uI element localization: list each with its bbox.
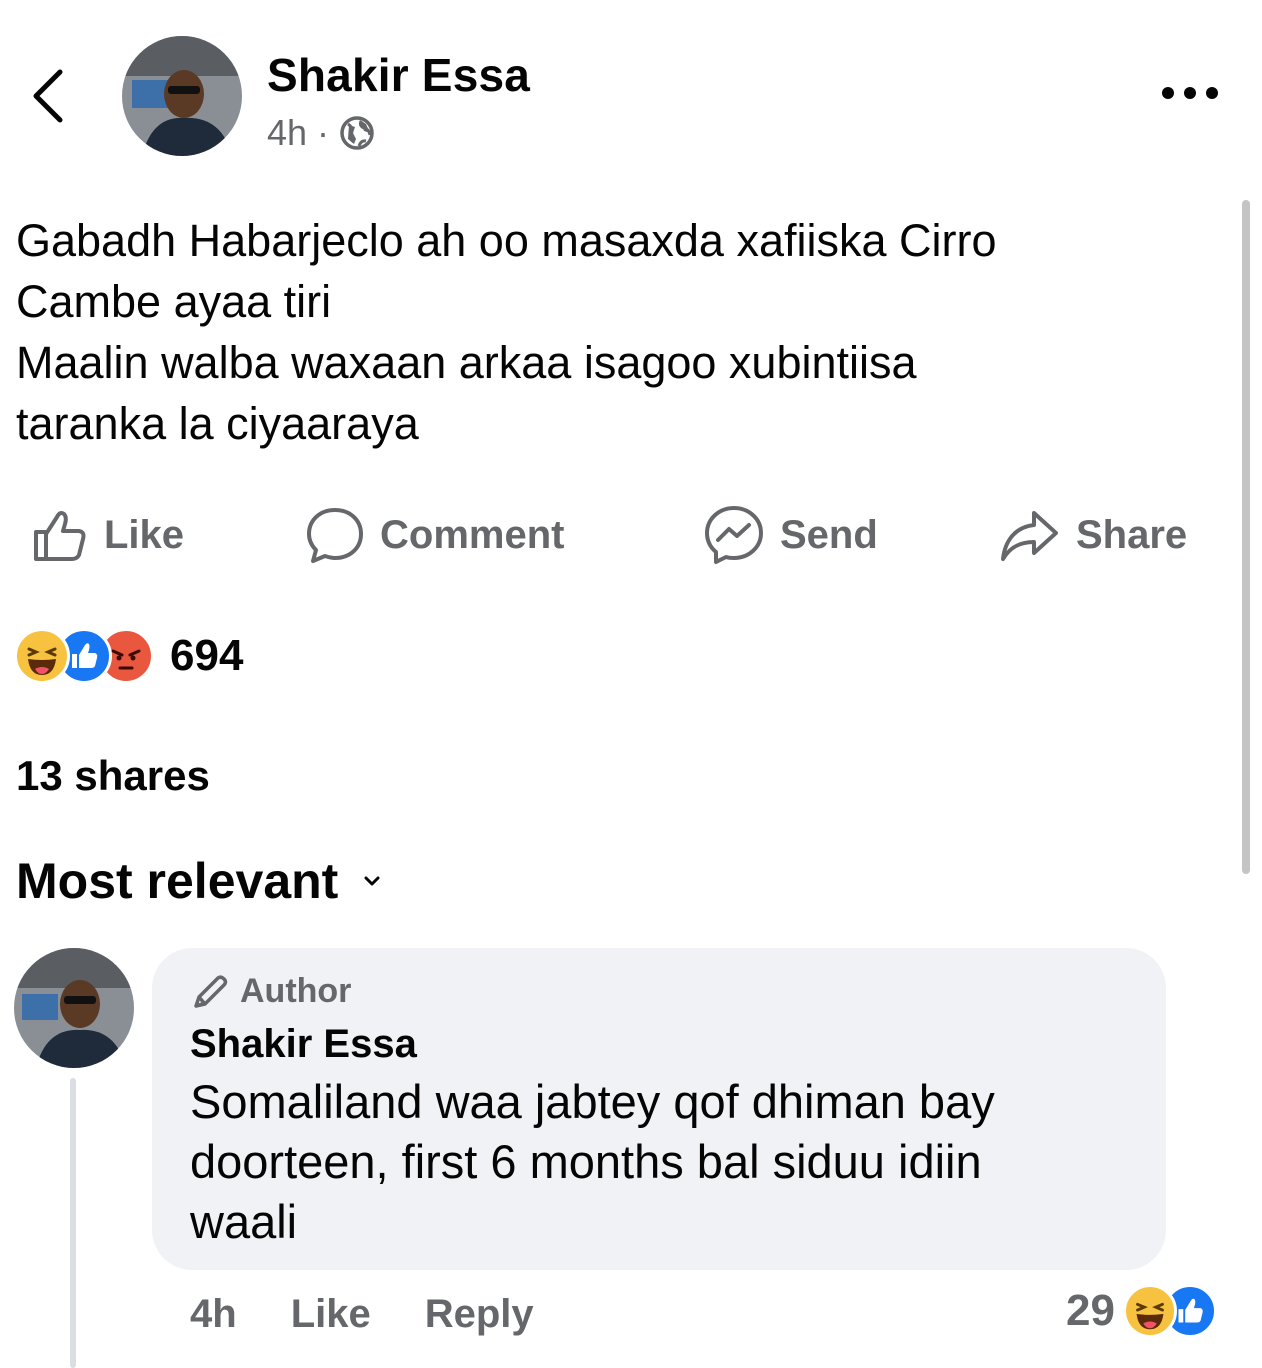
post-text-line: Gabadh Habarjeclo ah oo masaxda xafiiska… [16,215,997,266]
send-button[interactable]: Send [702,500,878,570]
comment-footer: 4h Like Reply [190,1286,588,1342]
post-meta: 4h · [267,112,375,154]
share-label: Share [1076,512,1188,557]
post-text: Gabadh Habarjeclo ah oo masaxda xafiiska… [16,210,1216,454]
post-time[interactable]: 4h [267,112,307,154]
haha-reaction-icon [1122,1284,1177,1338]
pencil-icon [194,974,228,1008]
comment-sort-dropdown[interactable]: Most relevant [16,852,382,910]
comment-reply-button[interactable]: Reply [425,1292,534,1337]
commenter-avatar[interactable] [14,948,134,1068]
reaction-count: 694 [170,631,244,680]
post-text-line: taranka la ciyaaraya [16,398,419,449]
haha-reaction-icon [14,628,70,684]
comment-button[interactable]: Comment [304,500,564,570]
author-badge-label: Author [240,972,352,1010]
comment-text-line: waali [190,1195,298,1248]
like-label: Like [104,512,185,557]
comment-reaction-summary[interactable]: 29 [1066,1284,1217,1338]
post-action-bar: Like Comment Send Share [0,500,1262,570]
author-avatar[interactable] [122,36,242,156]
like-button[interactable]: Like [30,500,184,570]
share-button[interactable]: Share [998,500,1187,570]
scrollbar[interactable] [1242,200,1250,874]
comment-text: Somaliland waa jabtey qof dhiman bay doo… [190,1072,1150,1252]
send-label: Send [780,512,878,557]
post-author-name[interactable]: Shakir Essa [267,48,530,102]
reaction-summary[interactable]: 694 [14,628,243,684]
messenger-icon [705,506,763,564]
meta-separator: · [317,112,330,153]
post-text-line: Maalin walba waxaan arkaa isagoo xubinti… [16,337,917,388]
more-horizontal-icon [1162,87,1218,99]
back-button[interactable] [26,66,76,126]
commenter-name[interactable]: Shakir Essa [190,1022,417,1067]
chevron-down-icon [364,876,380,886]
globe-icon [340,116,374,150]
more-options-button[interactable] [1160,78,1220,108]
thumbs-up-icon [34,511,86,561]
post-text-line: Cambe ayaa tiri [16,276,332,327]
sort-label: Most relevant [16,853,339,909]
share-count[interactable]: 13 shares [16,752,210,800]
comment-icon [307,508,363,563]
comment-like-button[interactable]: Like [291,1292,371,1337]
comment-text-line: Somaliland waa jabtey qof dhiman bay [190,1075,995,1128]
share-arrow-icon [1001,511,1058,561]
chevron-left-icon [33,69,63,123]
comment-text-line: doorteen, first 6 months bal siduu idiin [190,1135,982,1188]
comment-label: Comment [380,512,565,557]
comment-reaction-count: 29 [1066,1286,1115,1335]
author-badge: Author [190,972,351,1011]
thread-line [70,1078,76,1368]
comment-time[interactable]: 4h [190,1292,237,1337]
